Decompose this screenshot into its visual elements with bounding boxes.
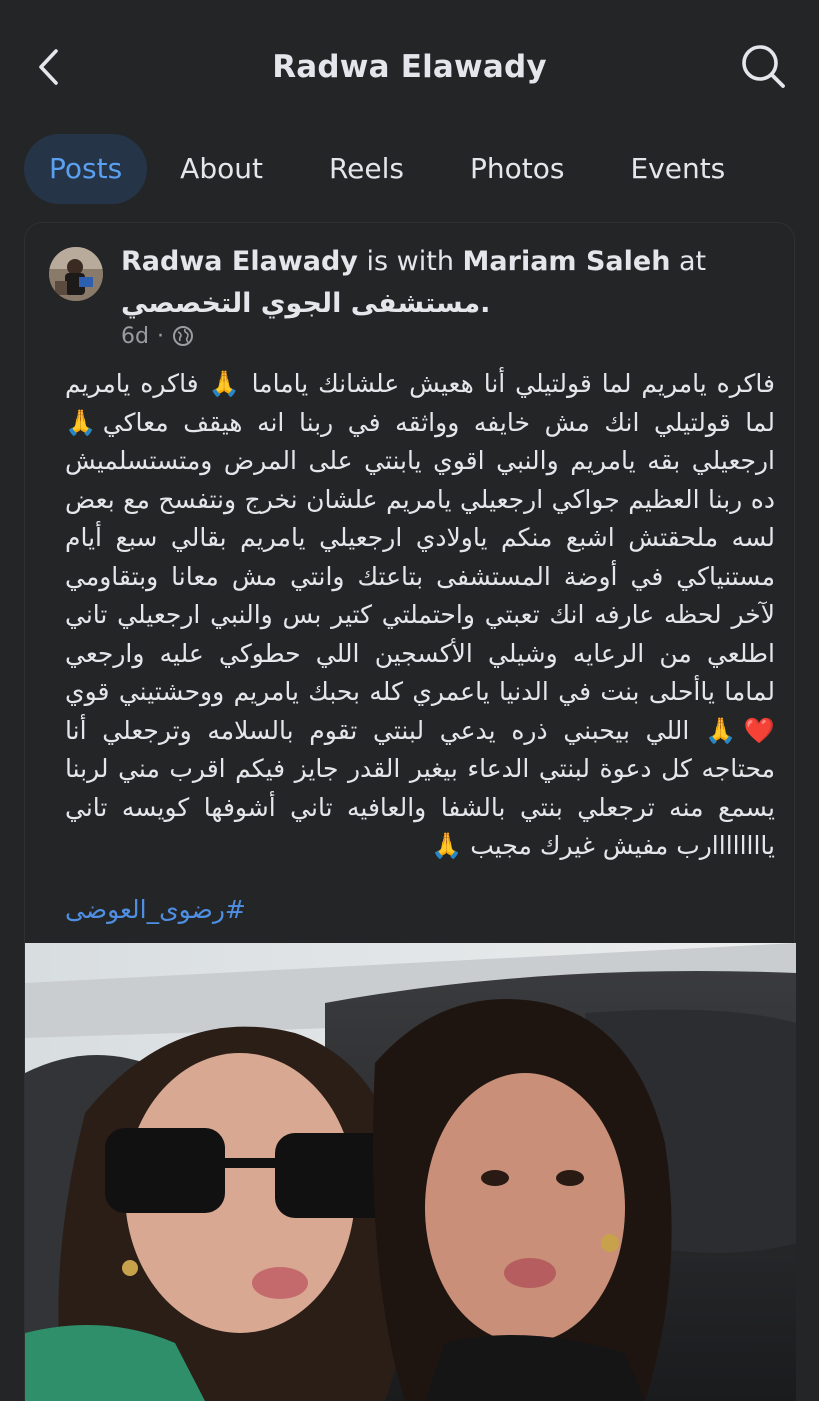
meta-separator: · <box>156 323 164 349</box>
photo-image <box>25 943 796 1401</box>
tagged-name[interactable]: Mariam Saleh <box>463 246 671 277</box>
search-button[interactable] <box>737 40 789 92</box>
post-time[interactable]: 6d <box>121 324 149 349</box>
at-text: at <box>679 246 707 277</box>
location-name[interactable]: مستشفى الجوي التخصصي. <box>121 288 490 319</box>
page-title: Radwa Elawady <box>272 49 547 85</box>
hashtag-link[interactable]: #رضوى_العوضى <box>65 891 773 929</box>
post-header: Radwa Elawady is with Mariam Saleh at مس… <box>121 241 776 325</box>
tab-about[interactable]: About <box>147 134 296 204</box>
avatar[interactable] <box>49 247 103 301</box>
author-name[interactable]: Radwa Elawady <box>121 246 358 277</box>
post-photo[interactable] <box>25 943 796 1401</box>
avatar-image <box>49 247 103 301</box>
tab-photos[interactable]: Photos <box>437 134 597 204</box>
with-text: is with <box>366 246 454 277</box>
search-icon <box>742 45 785 88</box>
globe-icon <box>172 326 193 346</box>
post-text: فاكره يامريم لما قولتيلي أنا هعيش علشانك… <box>65 369 775 860</box>
top-app-bar: Radwa Elawady <box>0 0 819 135</box>
profile-tabs: Posts About Reels Photos Events <box>24 134 819 204</box>
tab-events[interactable]: Events <box>597 134 758 204</box>
tab-reels[interactable]: Reels <box>296 134 437 204</box>
post-card: Radwa Elawady is with Mariam Saleh at مس… <box>24 222 796 1401</box>
post-meta: 6d · <box>121 320 194 352</box>
tab-posts[interactable]: Posts <box>24 134 148 204</box>
